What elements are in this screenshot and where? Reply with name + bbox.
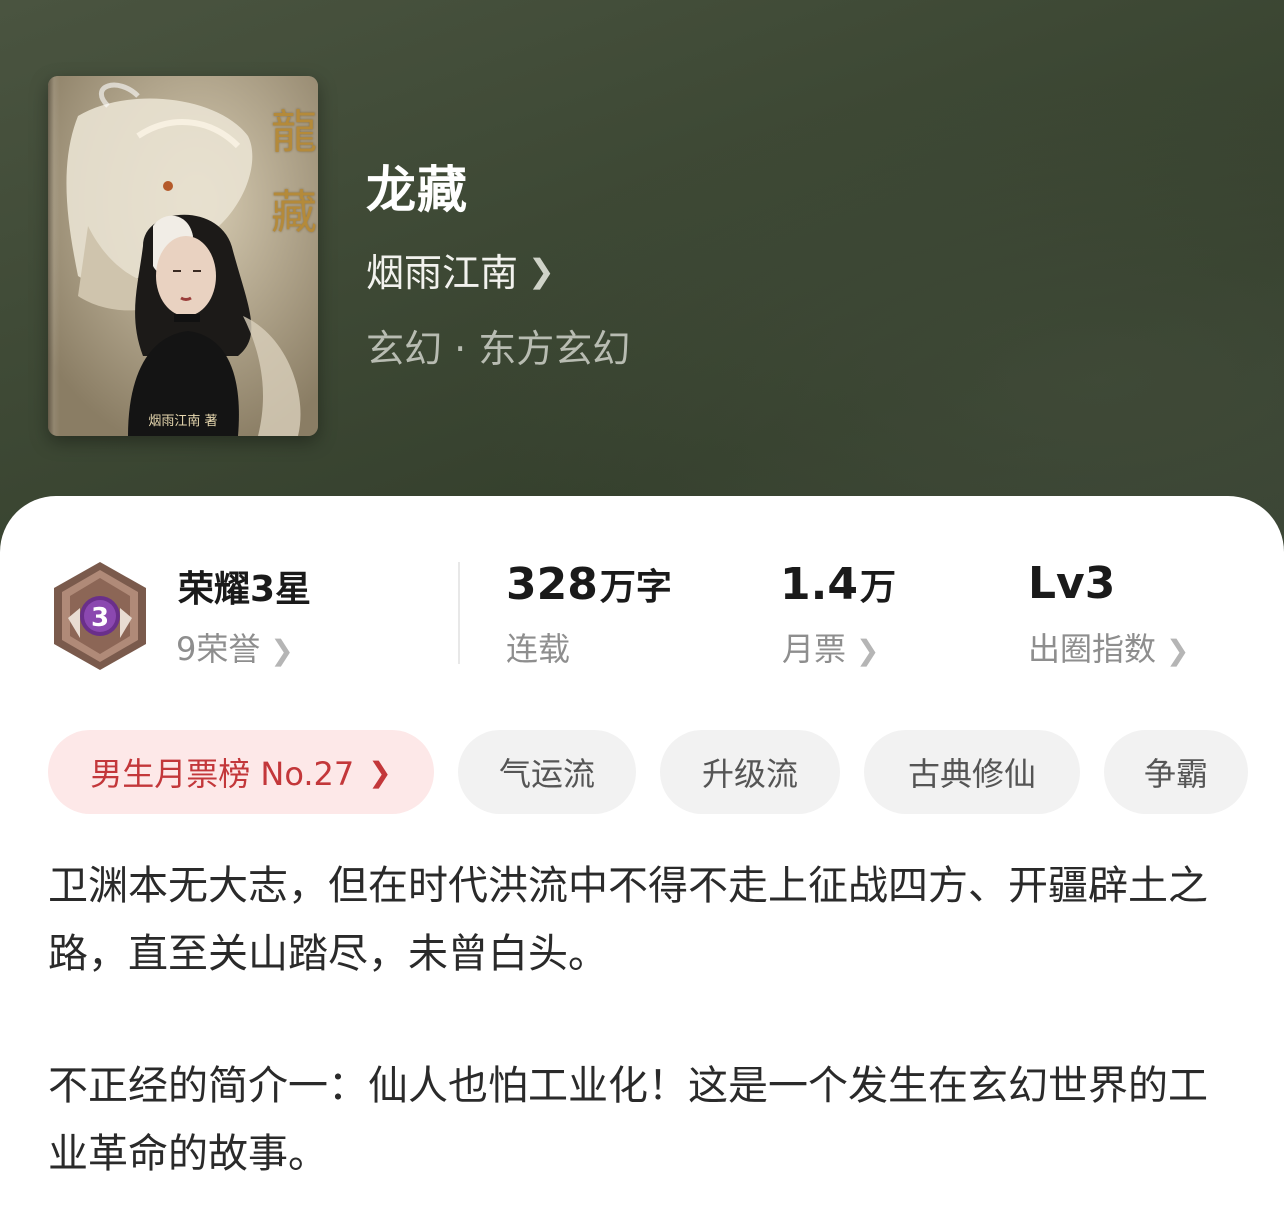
cover-calligraphy-bottom: 藏 [271,185,317,239]
honor-count: 9荣誉 [176,630,261,668]
serial-status: 连载 [506,630,571,668]
popularity-index-value: Lv3 [1028,558,1116,609]
monthly-tickets-unit: 万 [859,567,896,608]
chevron-right-icon: ❯ [528,251,555,290]
honor-medal-icon: 3 [54,562,146,670]
monthly-tickets-value: 1.4 [780,559,858,610]
word-count: 328万字 [506,558,672,610]
popularity-index-link[interactable]: 出圈指数 ❯ [1028,624,1189,670]
popularity-index-label: 出圈指数 [1028,630,1157,668]
tag-item[interactable]: 气运流 [458,730,636,814]
book-genre: 玄幻 · 东方玄幻 [366,327,631,371]
book-synopsis: 卫渊本无大志，但在时代洪流中不得不走上征战四方、开疆辟土之路，直至关山踏尽，未曾… [48,852,1228,1188]
tag-item[interactable]: 升级流 [660,730,840,814]
book-cover-image[interactable]: 龍 藏 烟雨江南 著 [48,76,318,436]
book-title: 龙藏 [366,161,468,219]
author-link[interactable]: 烟雨江南 ❯ [366,242,555,297]
chevron-right-icon: ❯ [368,755,392,789]
cover-calligraphy-top: 龍 [271,105,317,159]
tag-item[interactable]: 争霸 [1104,730,1248,814]
tag-row: 男生月票榜 No.27 ❯ 气运流 升级流 古典修仙 争霸 [48,730,1248,814]
chevron-right-icon: ❯ [270,634,294,667]
book-header: 龍 藏 烟雨江南 著 龙藏 烟雨江南 ❯ 玄幻 · 东方玄幻 [0,0,1284,560]
monthly-tickets: 1.4万 [780,558,896,610]
chevron-right-icon: ❯ [856,634,880,667]
medal-level: 3 [91,603,109,633]
rank-tag[interactable]: 男生月票榜 No.27 ❯ [48,730,434,814]
monthly-tickets-label: 月票 [782,630,847,668]
stats-divider [458,562,460,664]
cover-signature: 烟雨江南 著 [148,414,218,429]
chevron-right-icon: ❯ [1166,634,1190,667]
word-count-unit: 万字 [599,567,672,608]
popularity-index: Lv3 [1028,558,1115,609]
monthly-tickets-link[interactable]: 月票 ❯ [782,624,879,670]
synopsis-paragraph: 不正经的简介一：仙人也怕工业化！这是一个发生在玄幻世界的工业革命的故事。 [48,1063,1208,1177]
word-count-value: 328 [506,559,598,610]
stats-row: 3 荣耀3星 9荣誉 ❯ 328万字 连载 1.4万 月票 ❯ Lv3 出圈指数 ❯ [0,496,1284,696]
rank-tag-label: 男生月票榜 No.27 [90,755,355,793]
honor-count-link[interactable]: 9荣誉 ❯ [176,624,294,670]
synopsis-paragraph: 卫渊本无大志，但在时代洪流中不得不走上征战四方、开疆辟土之路，直至关山踏尽，未曾… [48,863,1208,977]
honor-title: 荣耀3星 [178,569,312,610]
author-name: 烟雨江南 [366,251,519,295]
book-info-card: 3 荣耀3星 9荣誉 ❯ 328万字 连载 1.4万 月票 ❯ Lv3 出圈指数 ❯ … [0,496,1284,1210]
cover-spine [48,76,60,436]
tag-item[interactable]: 古典修仙 [864,730,1080,814]
